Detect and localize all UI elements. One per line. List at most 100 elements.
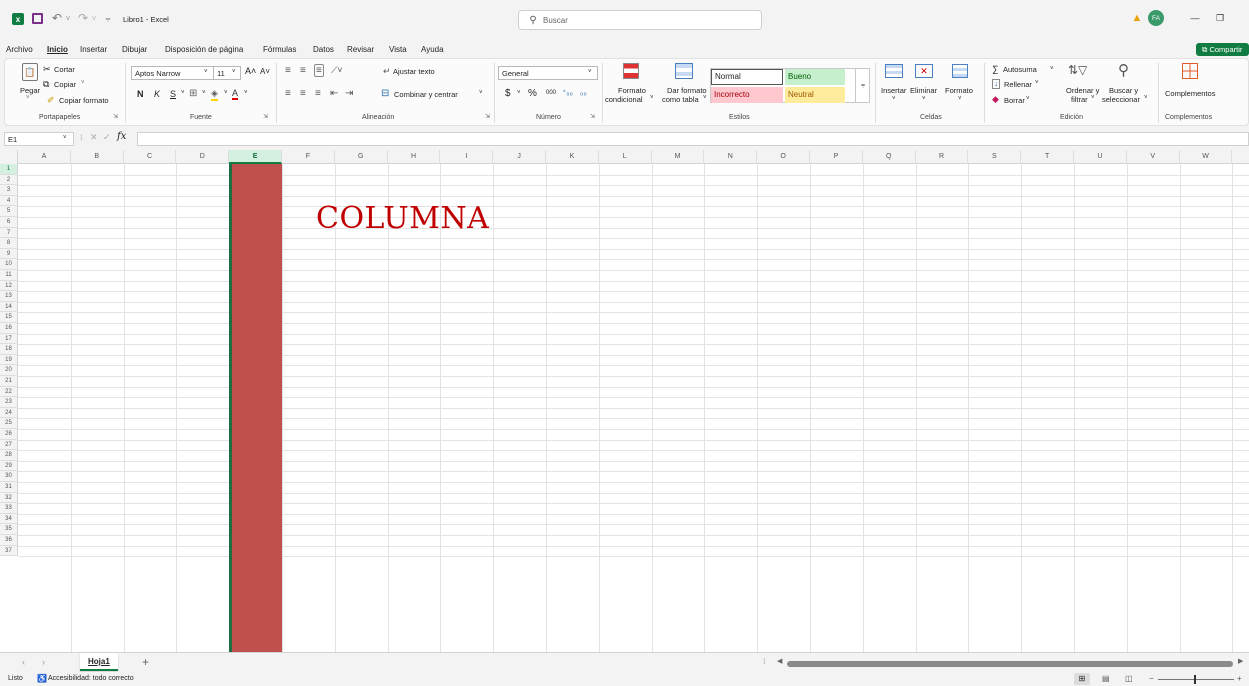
font-launcher-icon[interactable]: ⇲ [263,113,268,120]
row-header-27[interactable]: 27 [0,439,18,451]
clipboard-launcher-icon[interactable]: ⇲ [113,113,118,120]
column-header-v[interactable]: V [1127,150,1180,164]
format-table-icon[interactable] [675,63,693,79]
row-header-25[interactable]: 25 [0,418,18,429]
enter-icon[interactable]: ✓ [103,132,111,143]
add-sheet-icon[interactable]: + [142,655,149,669]
paste-icon[interactable]: 📋 [22,63,38,81]
italic-button[interactable]: K [154,89,160,99]
row-header-10[interactable]: 10 [0,259,18,270]
decrease-decimal-icon[interactable]: ₀₀ [580,88,587,97]
menu-revisar[interactable]: Revisar [347,45,374,54]
zoom-slider-thumb[interactable] [1194,675,1196,684]
chevron-down-icon[interactable]: ˅ [650,95,654,101]
zoom-slider[interactable] [1158,679,1234,680]
bold-button[interactable]: N [137,89,144,99]
fill-button[interactable]: Rellenar [1004,80,1032,89]
insert-cells-icon[interactable] [885,64,903,78]
format-painter-icon[interactable]: ✐ [47,95,55,106]
next-sheet-icon[interactable]: › [42,657,45,667]
customize-toolbar-icon[interactable]: ⩦ [103,10,113,26]
chevron-down-icon[interactable]: ˅ [703,95,707,101]
row-header-18[interactable]: 18 [0,344,18,355]
font-size-select[interactable]: 11 ˅ [213,66,241,80]
save-icon[interactable] [32,13,43,24]
row-header-30[interactable]: 30 [0,471,18,482]
chevron-down-icon[interactable]: ˅ [181,90,185,96]
chevron-down-icon[interactable]: ˅ [1091,95,1095,101]
menu-inicio[interactable]: Inicio [47,45,68,54]
column-header-o[interactable]: O [757,150,810,164]
copy-button[interactable]: Copiar [54,80,76,89]
number-launcher-icon[interactable]: ⇲ [590,113,595,120]
delete-cells-icon[interactable]: ✕ [915,64,933,78]
column-header-w[interactable]: W [1180,150,1233,164]
row-header-3[interactable]: 3 [0,185,18,196]
redo-dropdown-icon[interactable]: ˅ [90,10,98,26]
chevron-down-icon[interactable]: ˅ [517,90,521,96]
column-header-n[interactable]: N [704,150,758,164]
row-header-15[interactable]: 15 [0,312,18,323]
percent-button[interactable]: % [528,88,537,99]
menu-ayuda[interactable]: Ayuda [421,45,444,54]
borders-icon[interactable]: ⊞ [189,88,197,99]
row-header-11[interactable]: 11 [0,270,18,281]
column-header-u[interactable]: U [1074,150,1127,164]
normal-view-icon[interactable]: ⊞ [1074,673,1090,685]
column-header-t[interactable]: T [1021,150,1074,164]
name-box[interactable]: E1 ˅ [4,132,74,146]
column-header-q[interactable]: Q [863,150,916,164]
conditional-format-label-1[interactable]: Formato [618,86,646,95]
format-cells-label[interactable]: Formato [945,86,973,95]
wrap-text-button[interactable]: Ajustar texto [393,67,435,76]
undo-dropdown-icon[interactable]: ˅ [64,10,72,26]
copy-dropdown-icon[interactable]: ˅ [81,80,85,86]
row-header-33[interactable]: 33 [0,503,18,514]
menu-datos[interactable]: Datos [313,45,334,54]
cut-button[interactable]: Cortar [54,65,75,74]
warning-icon[interactable]: ▲ [1131,12,1143,24]
align-top-icon[interactable]: ≡ [285,65,291,76]
chevron-down-icon[interactable]: ˅ [244,90,248,96]
column-header-f[interactable]: F [282,150,335,164]
autosum-button[interactable]: Autosuma [1003,65,1037,74]
row-header-31[interactable]: 31 [0,482,18,493]
row-header-7[interactable]: 7 [0,227,18,239]
row-header-24[interactable]: 24 [0,407,18,419]
sort-filter-label-2[interactable]: filtrar [1071,95,1088,104]
row-header-37[interactable]: 37 [0,545,18,557]
column-header-a[interactable]: A [18,150,71,164]
page-break-view-icon[interactable]: ◫ [1125,674,1133,683]
menu-dibujar[interactable]: Dibujar [122,45,147,54]
chevron-down-icon[interactable]: ˅ [892,96,896,102]
column-header-i[interactable]: I [440,150,494,164]
column-header-k[interactable]: K [546,150,599,164]
align-bottom-icon[interactable]: ≡ [314,64,324,77]
style-gallery-expand-icon[interactable]: ⩦ [855,69,870,103]
row-header-34[interactable]: 34 [0,513,18,525]
row-header-17[interactable]: 17 [0,333,18,345]
row-header-26[interactable]: 26 [0,429,18,440]
find-select-icon[interactable]: ⚲ [1118,61,1129,79]
row-header-23[interactable]: 23 [0,397,18,408]
row-header-19[interactable]: 19 [0,354,18,366]
column-header-l[interactable]: L [599,150,652,164]
row-header-22[interactable]: 22 [0,386,18,398]
number-format-select[interactable]: General ˅ [498,66,598,80]
zoom-out-icon[interactable]: − [1149,674,1154,683]
formula-input[interactable] [137,132,1249,146]
column-header-b[interactable]: B [71,150,124,164]
column-header-c[interactable]: C [124,150,177,164]
style-normal[interactable]: Normal [711,69,783,85]
fill-icon[interactable]: ↓ [992,79,1000,89]
row-header-14[interactable]: 14 [0,301,18,313]
sort-filter-icon[interactable]: ⇅▽ [1068,63,1087,77]
insert-function-icon[interactable]: fx [117,131,126,142]
cut-icon[interactable]: ✂ [43,64,51,75]
menu-vista[interactable]: Vista [389,45,407,54]
addins-button[interactable]: Complementos [1165,89,1215,98]
style-incorrecto[interactable]: Incorrecto [711,87,783,103]
delete-cells-label[interactable]: Eliminar [910,86,937,95]
alignment-launcher-icon[interactable]: ⇲ [485,113,490,120]
find-select-label-1[interactable]: Buscar y [1109,86,1138,95]
